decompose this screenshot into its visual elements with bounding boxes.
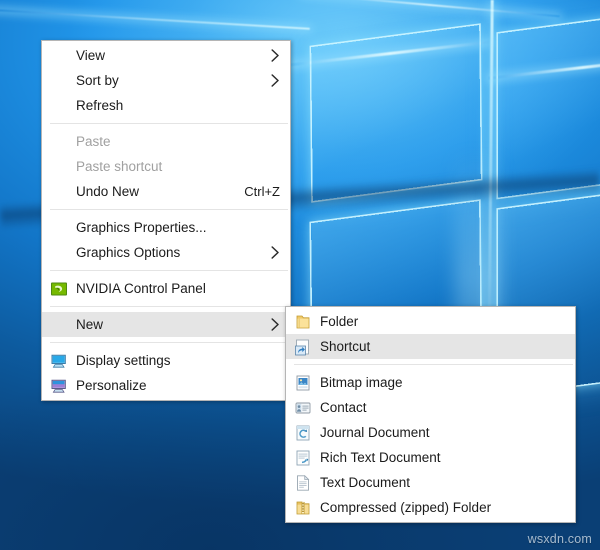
menu-item-view[interactable]: View [42,43,290,68]
menu-separator [50,123,288,124]
no-icon [50,97,68,115]
menu-item-refresh[interactable]: Refresh [42,93,290,118]
menu-item-label: Rich Text Document [320,450,441,465]
watermark-label: wsxdn.com [527,532,592,546]
desktop-context-menu[interactable]: View Sort by Refresh Paste Paste shortcut Und… [41,40,291,401]
no-icon [50,133,68,151]
menu-item-label: Contact [320,400,367,415]
menu-item-shortcut[interactable]: Shortcut [286,334,575,359]
menu-item-label: Journal Document [320,425,430,440]
folder-icon [294,313,312,331]
menu-item-label: Compressed (zipped) Folder [320,500,492,515]
menu-item-label: Paste [76,134,111,149]
menu-item-label: Personalize [76,378,147,393]
wallpaper-light-streak-top [300,0,560,18]
menu-item-undo-new[interactable]: Undo New Ctrl+Z [42,179,290,204]
menu-item-label: New [76,317,104,332]
menu-item-label: View [76,48,106,63]
no-icon [50,316,68,334]
text-document-icon [294,474,312,492]
menu-item-label: Graphics Options [76,245,181,260]
menu-item-display-settings[interactable]: Display settings [42,348,290,373]
menu-item-contact[interactable]: Contact [286,395,575,420]
chevron-right-icon [270,49,280,62]
menu-separator [294,364,573,365]
menu-item-rich-text-document[interactable]: Rich Text Document [286,445,575,470]
no-icon [50,47,68,65]
no-icon [50,158,68,176]
menu-item-paste-shortcut: Paste shortcut [42,154,290,179]
zipped-folder-icon [294,499,312,517]
menu-item-folder[interactable]: Folder [286,309,575,334]
menu-item-label: NVIDIA Control Panel [76,281,206,296]
no-icon [50,219,68,237]
menu-item-sort-by[interactable]: Sort by [42,68,290,93]
menu-separator [50,270,288,271]
menu-item-shortcut: Ctrl+Z [244,184,280,199]
chevron-right-icon [270,246,280,259]
rich-text-icon [294,449,312,467]
menu-item-paste: Paste [42,129,290,154]
no-icon [50,244,68,262]
menu-item-label: Graphics Properties... [76,220,207,235]
menu-separator [50,342,288,343]
menu-item-nvidia-control-panel[interactable]: NVIDIA Control Panel [42,276,290,301]
menu-item-new[interactable]: New [42,312,290,337]
menu-item-graphics-properties[interactable]: Graphics Properties... [42,215,290,240]
menu-item-journal-document[interactable]: Journal Document [286,420,575,445]
menu-item-label: Sort by [76,73,119,88]
menu-item-label: Bitmap image [320,375,403,390]
menu-item-label: Refresh [76,98,124,113]
monitor-purple-icon [50,377,68,395]
journal-icon [294,424,312,442]
menu-item-graphics-options[interactable]: Graphics Options [42,240,290,265]
menu-item-label: Text Document [320,475,411,490]
menu-item-label: Folder [320,314,359,329]
menu-separator [50,306,288,307]
nvidia-icon [50,280,68,298]
menu-item-bitmap-image[interactable]: Bitmap image [286,370,575,395]
menu-item-personalize[interactable]: Personalize [42,373,290,398]
menu-item-label: Paste shortcut [76,159,163,174]
contact-icon [294,399,312,417]
shortcut-icon [294,338,312,356]
bitmap-image-icon [294,374,312,392]
menu-item-label: Shortcut [320,339,371,354]
monitor-blue-icon [50,352,68,370]
chevron-right-icon [270,318,280,331]
chevron-right-icon [270,74,280,87]
no-icon [50,183,68,201]
new-submenu[interactable]: Folder Shortcut Bitmap image Contact Journal… [285,306,576,523]
wallpaper-light-streak-far-left [0,8,310,30]
no-icon [50,72,68,90]
menu-item-text-document[interactable]: Text Document [286,470,575,495]
menu-item-label: Display settings [76,353,171,368]
menu-item-label: Undo New [76,184,140,199]
menu-item-compressed-folder[interactable]: Compressed (zipped) Folder [286,495,575,520]
menu-separator [50,209,288,210]
